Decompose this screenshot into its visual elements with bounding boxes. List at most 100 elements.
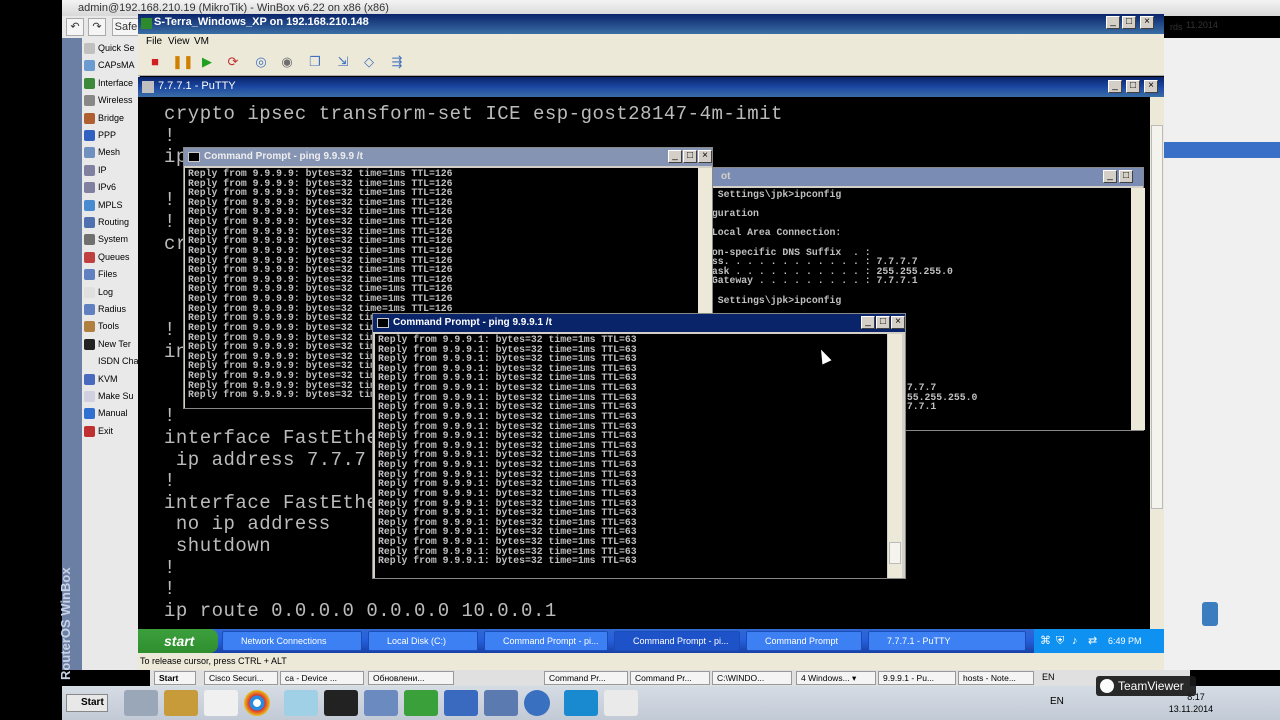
menu-view[interactable]: View: [168, 36, 190, 47]
vm-maximize-button[interactable]: □: [1122, 16, 1136, 29]
putty-close-button[interactable]: ×: [1144, 80, 1158, 93]
tray-speaker-icon[interactable]: ♪: [1072, 629, 1078, 653]
guest-task-button[interactable]: Command Prompt: [746, 631, 862, 651]
host-sphere-icon[interactable]: [524, 690, 550, 716]
vm-close-button[interactable]: ×: [1140, 16, 1154, 29]
vm-minimize-button[interactable]: _: [1106, 16, 1120, 29]
safe-mode-button[interactable]: Safe: [112, 18, 140, 36]
tray-shield-icon[interactable]: ⛨: [1056, 629, 1064, 653]
reset-icon[interactable]: ⟳: [224, 53, 242, 71]
secondary-task-button[interactable]: hosts - Note...: [958, 671, 1034, 685]
teamviewer-badge[interactable]: TeamViewer: [1096, 676, 1196, 696]
putty-minimize-button[interactable]: _: [1108, 80, 1122, 93]
secondary-task-button[interactable]: C:\WINDO...: [712, 671, 792, 685]
host-computer-icon[interactable]: [124, 690, 158, 716]
winbox-menu-item[interactable]: MPLS: [82, 197, 140, 214]
host-start-button[interactable]: Start: [66, 694, 108, 712]
winbox-menu-item[interactable]: Log: [82, 284, 140, 301]
secondary-task-button[interactable]: 9.9.9.1 - Pu...: [878, 671, 956, 685]
host-word-icon[interactable]: [204, 690, 238, 716]
host-chrome-icon[interactable]: [244, 690, 270, 716]
full-screen-icon[interactable]: ⇲: [334, 53, 352, 71]
side-handle-icon[interactable]: [1202, 602, 1218, 626]
host-tool-icon[interactable]: [604, 690, 638, 716]
menu-item-label: PPP: [98, 130, 117, 140]
secondary-task-button[interactable]: 4 Windows... ▾: [796, 671, 876, 685]
host-terminal-icon[interactable]: [324, 690, 358, 716]
winbox-menu-item[interactable]: IP: [82, 162, 140, 179]
host-remote-icon[interactable]: [444, 690, 478, 716]
host-explorer-icon[interactable]: [164, 690, 198, 716]
tray-lan-icon[interactable]: ⇄: [1088, 629, 1097, 653]
secondary-task-button[interactable]: Command Pr...: [630, 671, 710, 685]
host-network-icon[interactable]: [364, 690, 398, 716]
winbox-menu-item[interactable]: Bridge: [82, 110, 140, 127]
winbox-menu-item[interactable]: Routing: [82, 214, 140, 231]
tray-network-icon[interactable]: ⌘: [1040, 629, 1051, 653]
secondary-task-button[interactable]: Command Pr...: [544, 671, 628, 685]
host-files-icon[interactable]: [284, 690, 318, 716]
winbox-menu-item[interactable]: Files: [82, 266, 140, 283]
snapshot-icon[interactable]: ◎: [252, 53, 270, 71]
guest-start-button[interactable]: start: [138, 629, 218, 653]
guest-task-button[interactable]: Network Connections: [222, 631, 362, 651]
host-putty-icon[interactable]: [484, 690, 518, 716]
winbox-menu-item[interactable]: System: [82, 231, 140, 248]
guest-task-button[interactable]: 7.7.7.1 - PuTTY: [868, 631, 1026, 651]
winbox-menu-item[interactable]: PPP: [82, 127, 140, 144]
winbox-menu-item[interactable]: Interface: [82, 75, 140, 92]
winbox-menu-item[interactable]: Make Su: [82, 388, 140, 405]
host-lang[interactable]: EN: [1050, 696, 1064, 707]
winbox-menu-item[interactable]: ISDN Chann: [82, 353, 140, 370]
winbox-menu-item[interactable]: Mesh: [82, 144, 140, 161]
unity-icon[interactable]: ◇: [360, 53, 378, 71]
manage-snapshots-icon[interactable]: ❐: [306, 53, 324, 71]
cmd3-scrollbar[interactable]: [1131, 188, 1145, 430]
winbox-menu-item[interactable]: Tools: [82, 318, 140, 335]
cmd2-scrollbar[interactable]: [888, 334, 902, 578]
putty-maximize-button[interactable]: □: [1126, 80, 1140, 93]
guest-task-button[interactable]: Command Prompt - pi...: [484, 631, 608, 651]
winbox-menu-item[interactable]: New Ter: [82, 336, 140, 353]
undo-button[interactable]: ↶: [66, 18, 84, 36]
winbox-menu-item[interactable]: Queues: [82, 249, 140, 266]
redo-button[interactable]: ↷: [88, 18, 106, 36]
cmd1-maximize-button[interactable]: □: [683, 150, 697, 163]
secondary-task-button[interactable]: Обновлени...: [368, 671, 454, 685]
cmd2-close-button[interactable]: ×: [891, 316, 905, 329]
revert-icon[interactable]: ◉: [278, 53, 296, 71]
putty-scrollbar[interactable]: [1150, 97, 1164, 629]
winbox-menu-item[interactable]: Exit: [82, 423, 140, 440]
winbox-menu-item[interactable]: CAPsMA: [82, 57, 140, 74]
secondary-lang[interactable]: EN: [1042, 672, 1055, 682]
host-vm-icon[interactable]: [404, 690, 438, 716]
secondary-task-button[interactable]: ca - Device ...: [280, 671, 364, 685]
cmd3-minimize-button[interactable]: _: [1103, 170, 1117, 183]
winbox-menu-item[interactable]: Quick Se: [82, 40, 140, 57]
cmd2-console[interactable]: Reply from 9.9.9.1: bytes=32 time=1ms TT…: [375, 334, 887, 578]
play-icon[interactable]: ▶: [198, 53, 216, 71]
cmd2-scroll-thumb[interactable]: [889, 542, 901, 564]
stop-icon[interactable]: ■: [146, 53, 164, 71]
secondary-start-button[interactable]: Start: [154, 671, 196, 685]
host-teamviewer-icon[interactable]: [564, 690, 598, 716]
cmd2-maximize-button[interactable]: □: [876, 316, 890, 329]
cmd2-minimize-button[interactable]: _: [861, 316, 875, 329]
guest-task-button[interactable]: Local Disk (C:): [368, 631, 478, 651]
putty-scroll-thumb[interactable]: [1151, 125, 1163, 509]
send-ctrl-alt-del-icon[interactable]: ⇶: [388, 53, 406, 71]
cmd3-maximize-button[interactable]: □: [1119, 170, 1133, 183]
winbox-menu-item[interactable]: Wireless: [82, 92, 140, 109]
guest-task-button[interactable]: Command Prompt - pi...: [614, 631, 740, 651]
cmd1-close-button[interactable]: ×: [698, 150, 712, 163]
pause-icon[interactable]: ❚❚: [172, 53, 194, 71]
secondary-task-button[interactable]: Cisco Securi...: [204, 671, 278, 685]
menu-vm[interactable]: VM: [194, 36, 209, 47]
putty-line: no ip address: [164, 513, 331, 536]
menu-file[interactable]: File: [146, 36, 162, 47]
winbox-menu-item[interactable]: IPv6: [82, 179, 140, 196]
cmd1-minimize-button[interactable]: _: [668, 150, 682, 163]
winbox-menu-item[interactable]: Radius: [82, 301, 140, 318]
winbox-menu-item[interactable]: Manual: [82, 405, 140, 422]
winbox-menu-item[interactable]: KVM: [82, 371, 140, 388]
